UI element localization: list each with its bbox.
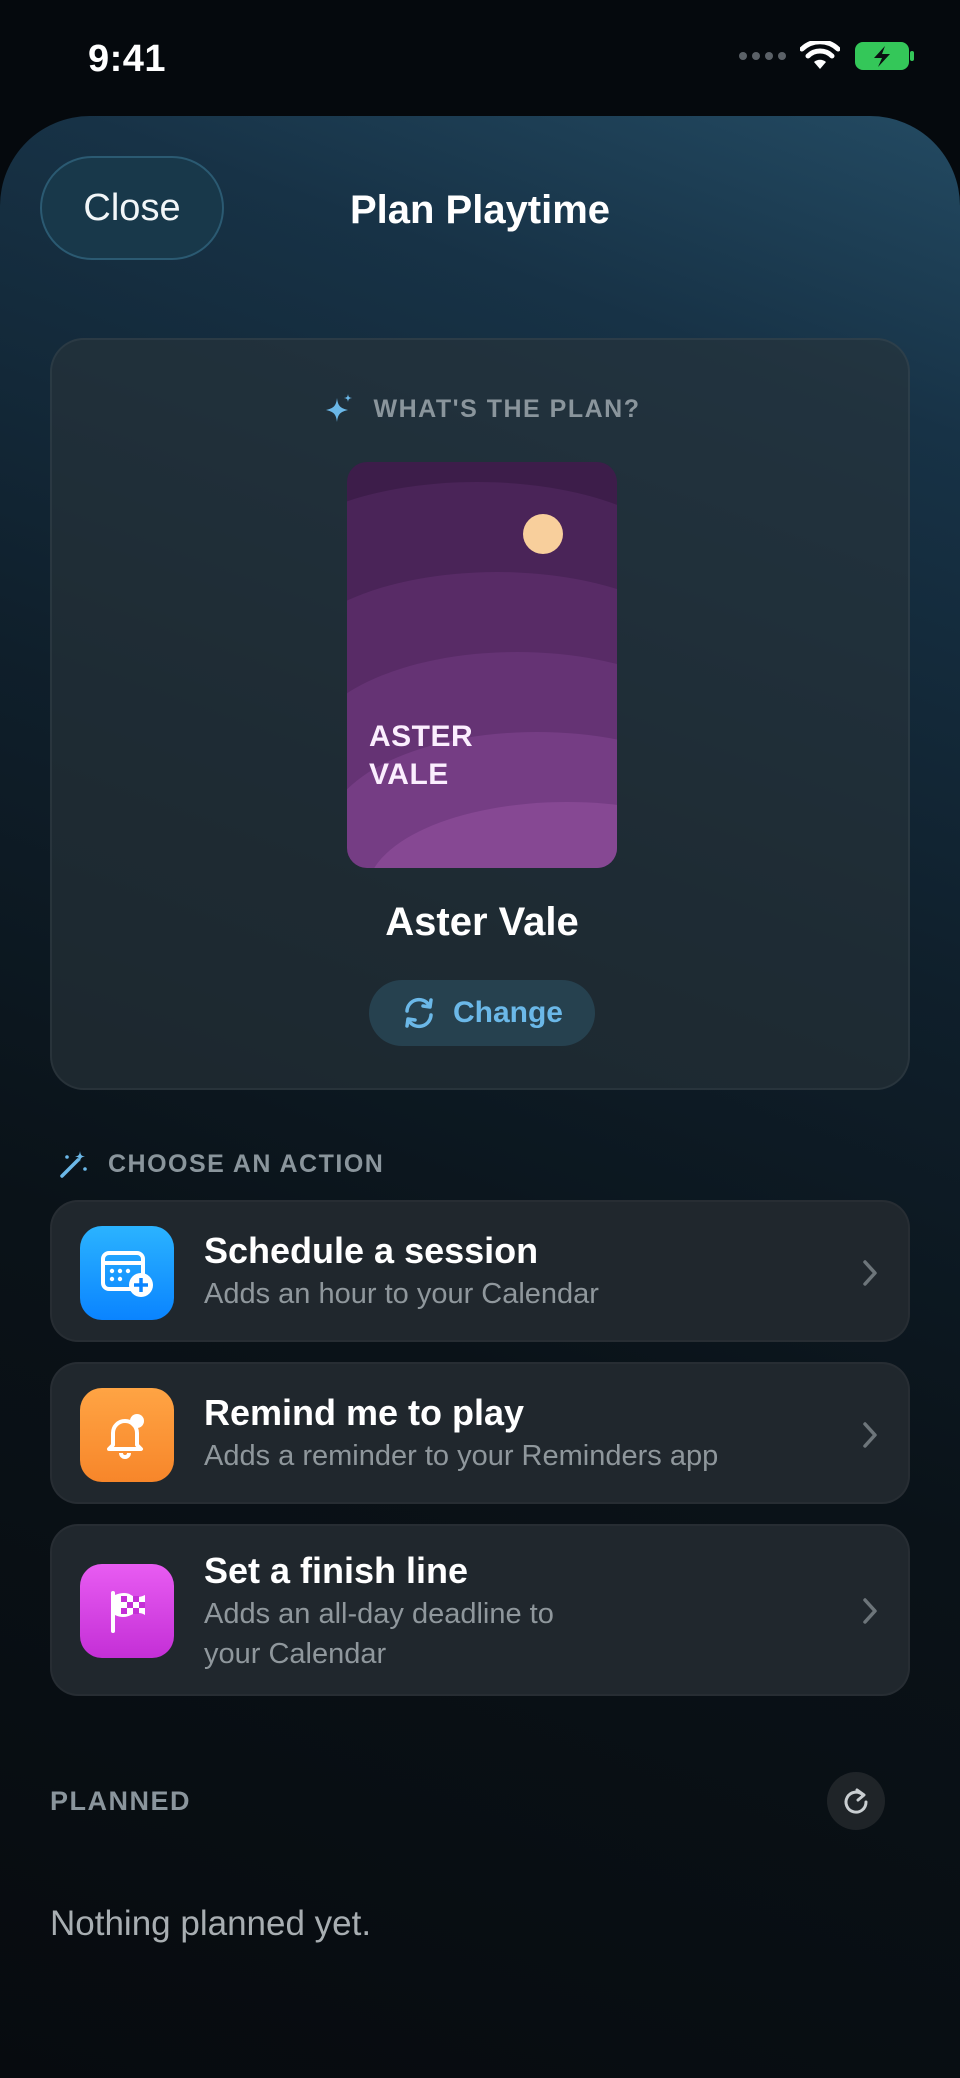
checkered-flag-icon [80,1564,174,1658]
plan-card: WHAT'S THE PLAN? ASTER VALE Aster Vale C… [50,338,910,1090]
planned-header: PLANNED [50,1786,192,1816]
plan-sheet: Close Plan Playtime WHAT'S THE PLAN? AST… [0,116,960,2078]
remind-me-action[interactable]: Remind me to play Adds a reminder to you… [50,1362,910,1504]
cover-title: ASTER VALE [369,720,474,791]
change-label: Change [452,996,563,1029]
chevron-right-icon [863,1598,877,1624]
chevron-right-icon [863,1422,877,1448]
schedule-session-action[interactable]: Schedule a session Adds an hour to your … [50,1200,910,1342]
wifi-icon [800,41,840,69]
signal-icon [739,52,786,60]
refresh-planned-button[interactable] [827,1772,885,1830]
change-game-button[interactable]: Change [369,980,595,1046]
action-subtitle: Adds a reminder to your Reminders app [204,1440,719,1472]
refresh-icon [844,1788,868,1814]
action-title: Remind me to play [204,1392,525,1433]
action-title: Set a finish line [204,1550,469,1591]
game-name: Aster Vale [385,900,579,944]
actions-header: CHOOSE AN ACTION [58,1148,384,1180]
finish-line-action[interactable]: Set a finish line Adds an all-day deadli… [50,1524,910,1696]
plan-header-label: WHAT'S THE PLAN? [373,394,641,423]
magic-wand-icon [60,1151,87,1178]
sheet-title: Plan Playtime [349,188,611,232]
status-icons [739,40,916,72]
battery-charging-icon [855,42,914,70]
actions-header-label: CHOOSE AN ACTION [108,1149,385,1178]
empty-planned-text: Nothing planned yet. [50,1904,372,1943]
calendar-add-icon [80,1226,174,1320]
sparkles-icon [325,394,352,422]
action-subtitle: Adds an all-day deadline to your Calenda… [204,1598,554,1670]
chevron-right-icon [863,1260,877,1286]
app-screen: 9:41 Close Plan Playtime WHAT'S THE PLAN… [0,0,960,2078]
status-time: 9:41 [88,38,167,80]
refresh-arrows-icon [405,997,433,1029]
cover-moon [523,514,563,554]
bell-icon [80,1388,174,1482]
plan-header: WHAT'S THE PLAN? [52,392,912,426]
game-cover-art[interactable]: ASTER VALE [347,462,617,868]
action-title: Schedule a session [204,1230,539,1271]
action-subtitle: Adds an hour to your Calendar [204,1278,599,1310]
